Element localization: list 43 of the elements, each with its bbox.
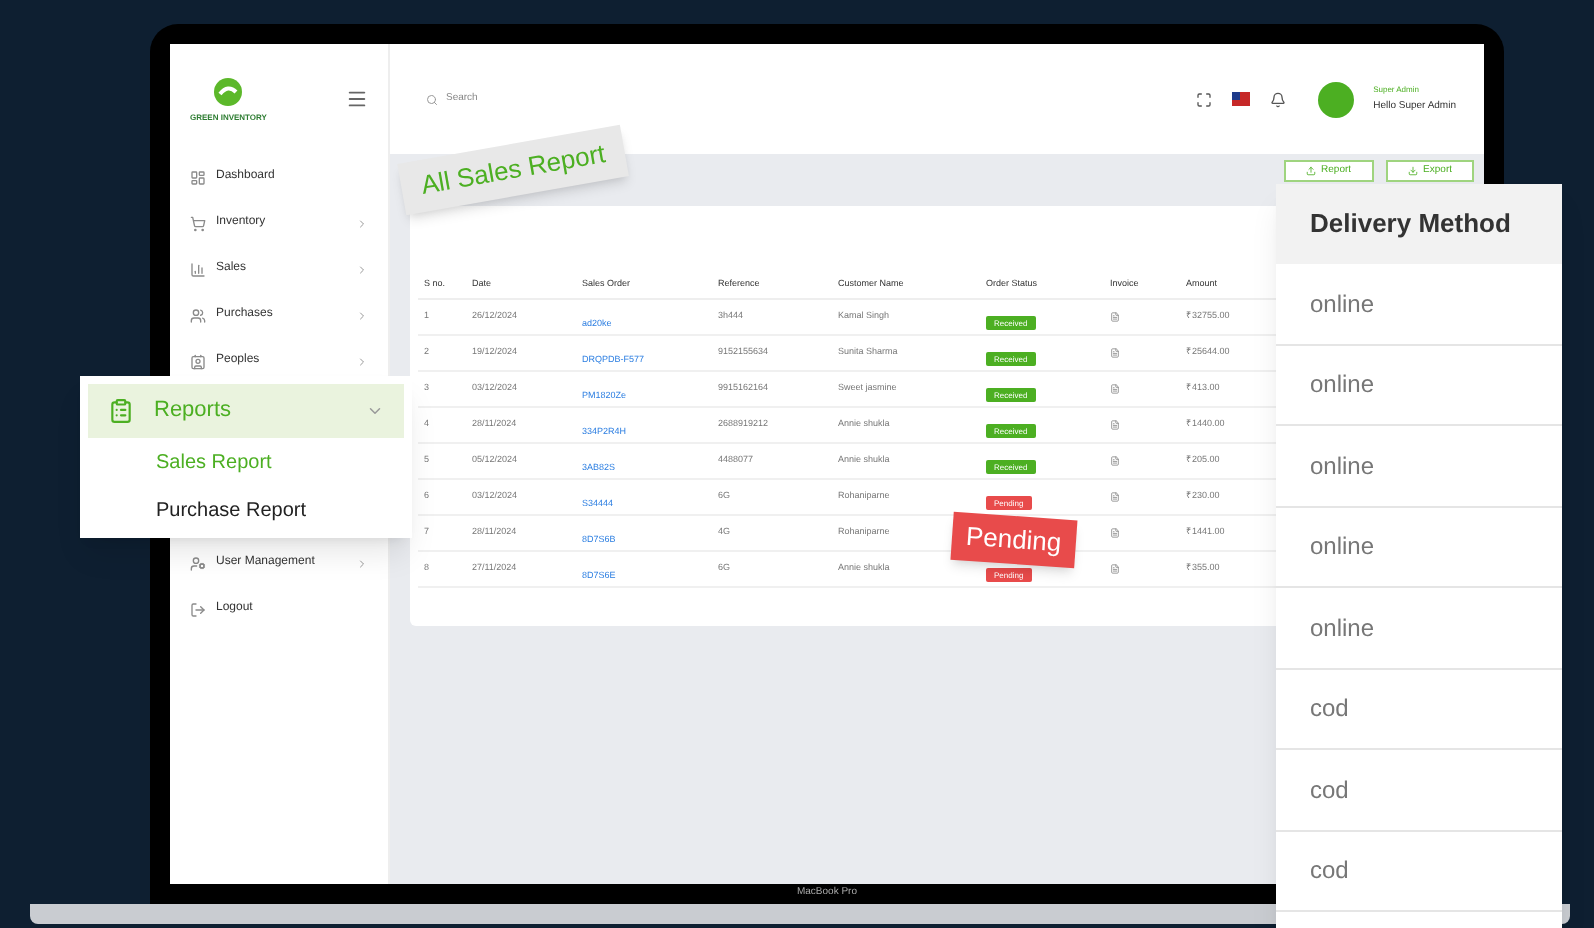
invoice-icon[interactable] [1110,384,1120,394]
chevron-icon [356,557,368,569]
fullscreen-icon[interactable] [1195,91,1212,107]
delivery-method-cell-text: cod [1310,854,1349,889]
user-gear-icon [190,555,206,571]
invoice-icon[interactable] [1110,528,1120,538]
invoice-icon[interactable] [1110,420,1120,430]
submenu-item[interactable]: Purchase Report [80,486,412,534]
delivery-method-cell-text: online [1310,611,1375,646]
invoice-icon[interactable] [1110,456,1120,466]
clipboard-icon [108,398,134,424]
invoice-icon[interactable] [1110,492,1120,502]
delivery-method-cell-text: online [1310,530,1375,565]
chevron-icon [356,217,368,229]
delivery-method-cell-text: cod [1310,692,1349,727]
cart-icon [190,215,206,231]
logo-icon [212,75,245,107]
submenu-item[interactable]: Sales Report [80,438,412,486]
avatar[interactable] [1317,81,1354,117]
delivery-method-cell-text: online [1310,449,1375,484]
chevron-icon [356,263,368,275]
search-icon [426,93,438,105]
delivery-method-cell-text: online [1310,287,1375,322]
delivery-method-cell-text: online [1310,368,1375,403]
people-icon [190,307,206,323]
reports-menu-item[interactable]: Reports [88,384,404,438]
chart-icon [190,261,206,277]
chevron-down-icon [366,402,384,420]
chevron-icon [356,309,368,321]
invoice-icon[interactable] [1110,348,1120,358]
logout-icon [190,601,206,617]
notification-icon[interactable] [1269,91,1286,107]
chevron-icon [356,355,368,367]
upload-icon [1305,166,1316,176]
invoice-icon[interactable] [1110,564,1120,574]
flag-icon[interactable] [1231,92,1250,106]
delivery-method-cell-text: cod [1310,773,1349,808]
contact-card-icon [190,353,206,369]
dashboard-icon [190,169,206,185]
download-icon [1407,166,1418,176]
invoice-icon[interactable] [1110,312,1120,322]
panel-heading: Delivery Method [1276,184,1562,264]
menu-icon[interactable] [346,88,368,110]
